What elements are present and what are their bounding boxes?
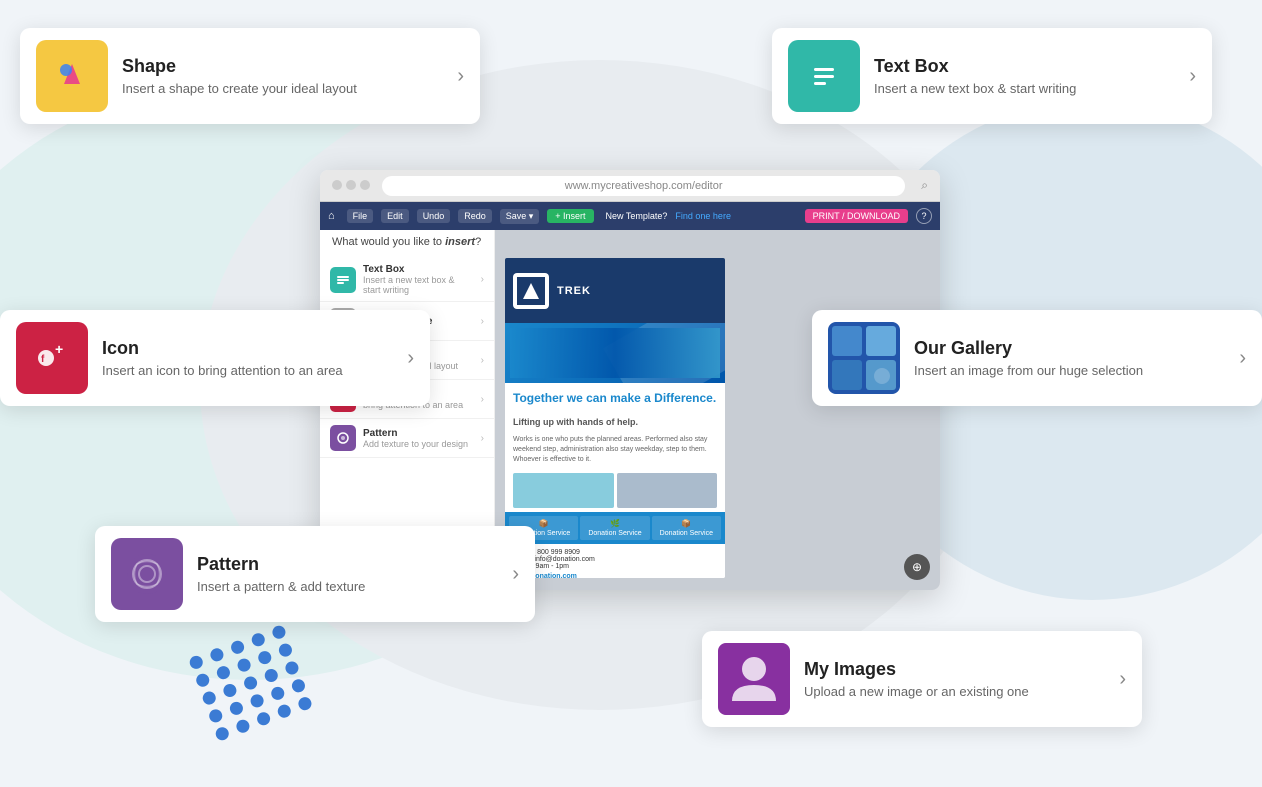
toolbar-file-btn[interactable]: File bbox=[347, 209, 374, 223]
textbox-card-desc: Insert a new text box & start writing bbox=[874, 81, 1165, 96]
toolbar-edit-btn[interactable]: Edit bbox=[381, 209, 409, 223]
textbox-card-title: Text Box bbox=[874, 56, 1165, 77]
toolbar-new-template-text: New Template? bbox=[606, 211, 668, 221]
toolbar-print-btn[interactable]: PRINT / DOWNLOAD bbox=[805, 209, 908, 223]
myimages-card-icon bbox=[718, 643, 790, 715]
card-icon[interactable]: f + Icon Insert an icon to bring attenti… bbox=[0, 310, 430, 406]
gallery-card-arrow[interactable]: › bbox=[1239, 347, 1246, 370]
flyer-hours: Hours: 9am - 1pm bbox=[513, 563, 717, 570]
zoom-button[interactable]: ⊕ bbox=[904, 554, 930, 580]
sidebar-insert-pattern[interactable]: Pattern Add texture to your design › bbox=[320, 419, 494, 458]
gallery-card-title: Our Gallery bbox=[914, 338, 1215, 359]
textbox-card-arrow[interactable]: › bbox=[1189, 65, 1196, 88]
flyer-img-1 bbox=[513, 473, 614, 508]
icon-card-text: Icon Insert an icon to bring attention t… bbox=[102, 338, 383, 378]
flyer-headline-section: Together we can make a Difference. bbox=[505, 383, 725, 413]
card-myimages[interactable]: My Images Upload a new image or an exist… bbox=[702, 631, 1142, 727]
flyer-img-2 bbox=[617, 473, 718, 508]
toolbar-undo-btn[interactable]: Undo bbox=[417, 209, 451, 223]
editor-toolbar: ⌂ File Edit Undo Redo Save ▾ + Insert Ne… bbox=[320, 202, 940, 230]
textbox-card-icon bbox=[788, 40, 860, 112]
browser-traffic-lights bbox=[332, 177, 374, 195]
gallery-card-text: Our Gallery Insert an image from our hug… bbox=[914, 338, 1215, 378]
flyer-subheading: Lifting up with hands of help. bbox=[505, 413, 725, 431]
sidebar-textbox-icon bbox=[330, 267, 356, 293]
insert-panel-header: What would you like to insert? bbox=[320, 230, 494, 258]
shape-card-icon bbox=[36, 40, 108, 112]
textbox-card-text: Text Box Insert a new text box & start w… bbox=[874, 56, 1165, 96]
flyer-body-text: Works is one who puts the planned areas.… bbox=[505, 431, 725, 468]
icon-card-icon: f + bbox=[16, 322, 88, 394]
pattern-card-desc: Insert a pattern & add texture bbox=[197, 579, 488, 594]
flyer-contact: Phone: 800 999 8909 Email: info@donation… bbox=[505, 544, 725, 578]
flyer-images bbox=[505, 469, 725, 512]
flyer-phone: Phone: 800 999 8909 bbox=[513, 549, 717, 556]
flyer-header: TREK bbox=[505, 258, 725, 323]
svg-text:+: + bbox=[55, 341, 63, 357]
toolbar-redo-btn[interactable]: Redo bbox=[458, 209, 492, 223]
sidebar-pattern-text: Pattern Add texture to your design bbox=[363, 428, 468, 449]
flyer-service-3: 📦 Donation Service bbox=[652, 516, 721, 540]
gallery-card-desc: Insert an image from our huge selection bbox=[914, 363, 1215, 378]
browser-search-icon: ⌕ bbox=[921, 178, 928, 193]
icon-card-desc: Insert an icon to bring attention to an … bbox=[102, 363, 383, 378]
browser-bar: www.mycreativeshop.com/editor ⌕ bbox=[320, 170, 940, 202]
pattern-card-icon bbox=[111, 538, 183, 610]
shape-card-title: Shape bbox=[122, 56, 433, 77]
flyer-footer: 📦 Donation Service 🌿 Donation Service 📦 … bbox=[505, 512, 725, 544]
flyer-service-2: 🌿 Donation Service bbox=[580, 516, 649, 540]
icon-card-arrow[interactable]: › bbox=[407, 347, 414, 370]
flyer-logo bbox=[513, 273, 549, 309]
shape-card-text: Shape Insert a shape to create your idea… bbox=[122, 56, 433, 96]
flyer-email: Email: info@donation.com bbox=[513, 556, 717, 563]
sidebar-pattern-icon bbox=[330, 425, 356, 451]
flyer-editor-area: TREK Together we can make a Difference. … bbox=[495, 230, 940, 590]
sidebar-insert-textbox[interactable]: Text Box Insert a new text box & start w… bbox=[320, 258, 494, 302]
myimages-card-desc: Upload a new image or an existing one bbox=[804, 684, 1095, 699]
browser-url-bar[interactable]: www.mycreativeshop.com/editor bbox=[382, 176, 905, 196]
pattern-card-text: Pattern Insert a pattern & add texture bbox=[197, 554, 488, 594]
pattern-card-arrow[interactable]: › bbox=[512, 563, 519, 586]
icon-card-title: Icon bbox=[102, 338, 383, 359]
flyer-preview: TREK Together we can make a Difference. … bbox=[505, 258, 725, 578]
toolbar-find-one-link[interactable]: Find one here bbox=[675, 211, 731, 221]
pattern-card-title: Pattern bbox=[197, 554, 488, 575]
toolbar-help-icon[interactable]: ? bbox=[916, 208, 932, 224]
toolbar-save-btn[interactable]: Save ▾ bbox=[500, 209, 540, 224]
toolbar-insert-btn[interactable]: + Insert bbox=[547, 209, 593, 223]
insert-question-text: What would you like to insert? bbox=[332, 236, 481, 248]
toolbar-home-icon[interactable]: ⌂ bbox=[328, 210, 335, 222]
flyer-logo-inner bbox=[517, 277, 545, 305]
sidebar-textbox-text: Text Box Insert a new text box & start w… bbox=[363, 264, 474, 295]
gallery-card-icon bbox=[828, 322, 900, 394]
shape-card-desc: Insert a shape to create your ideal layo… bbox=[122, 81, 433, 96]
myimages-card-arrow[interactable]: › bbox=[1119, 668, 1126, 691]
card-shape[interactable]: Shape Insert a shape to create your idea… bbox=[20, 28, 480, 124]
shape-card-arrow[interactable]: › bbox=[457, 65, 464, 88]
card-textbox[interactable]: Text Box Insert a new text box & start w… bbox=[772, 28, 1212, 124]
flyer-headline-text: Together we can make a Difference. bbox=[513, 391, 717, 405]
editor-toolbar-wrapper: ⌂ File Edit Undo Redo Save ▾ + Insert Ne… bbox=[320, 202, 940, 230]
myimages-card-title: My Images bbox=[804, 659, 1095, 680]
myimages-card-text: My Images Upload a new image or an exist… bbox=[804, 659, 1095, 699]
card-gallery[interactable]: Our Gallery Insert an image from our hug… bbox=[812, 310, 1262, 406]
flyer-accent-strip bbox=[505, 323, 725, 383]
card-pattern[interactable]: Pattern Insert a pattern & add texture › bbox=[95, 526, 535, 622]
flyer-website: www.donation.com bbox=[513, 573, 717, 578]
flyer-brand: TREK bbox=[557, 285, 591, 297]
